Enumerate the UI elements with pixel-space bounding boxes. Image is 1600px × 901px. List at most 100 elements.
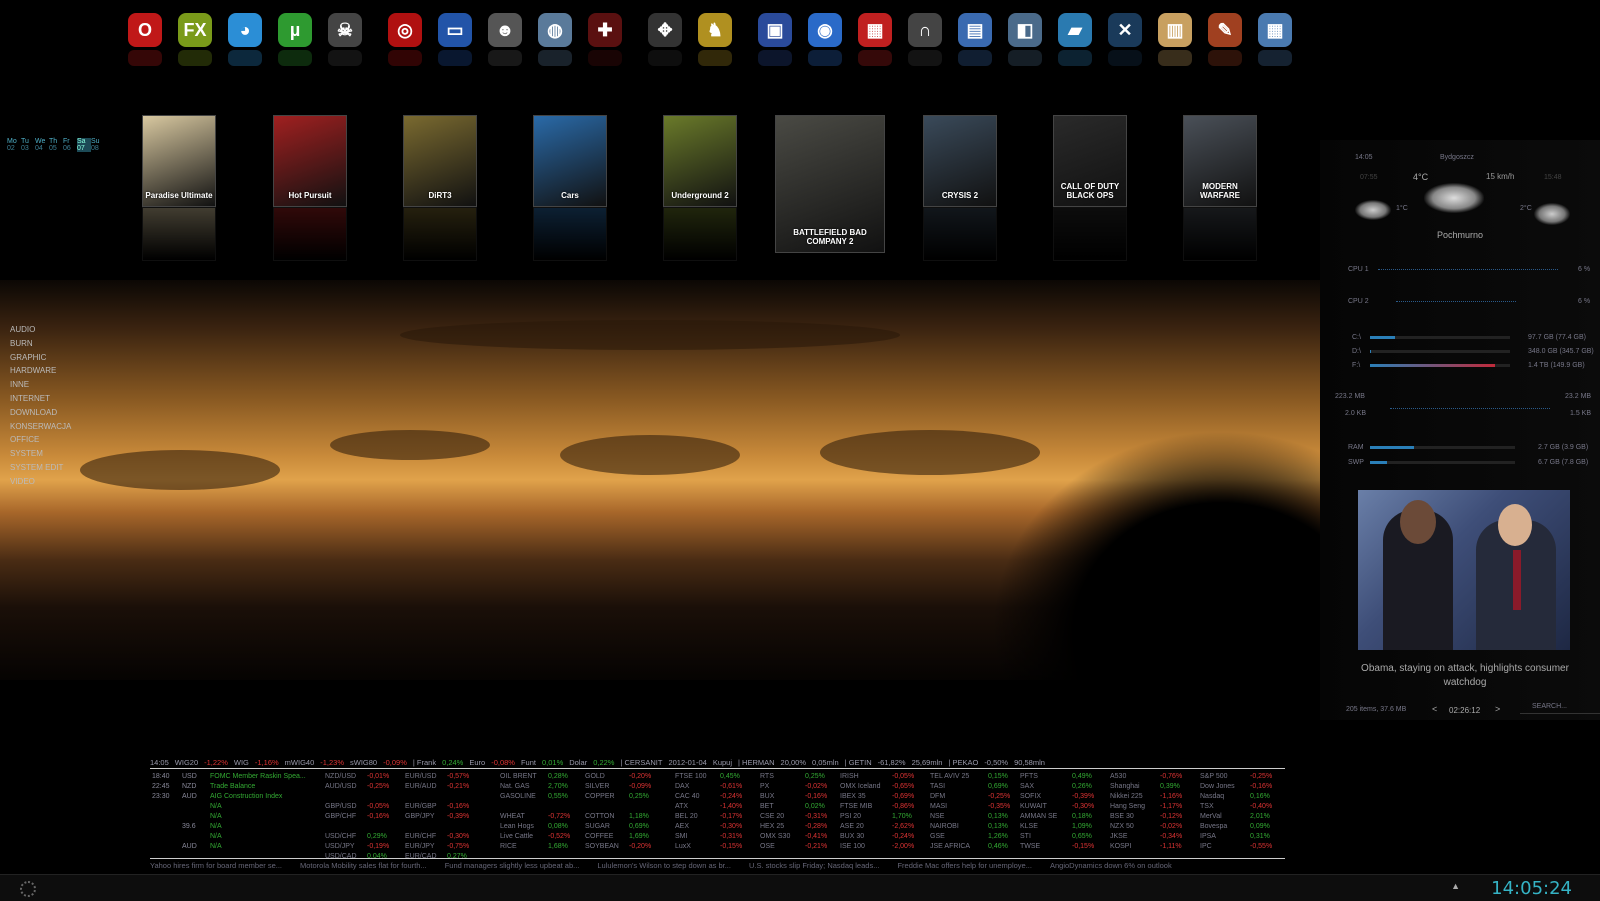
cover-reflection: [533, 207, 607, 261]
game-cover[interactable]: Hot Pursuit: [273, 115, 347, 261]
index-column-row: TSX -0,40%: [1200, 802, 1272, 812]
game-cover[interactable]: DiRT3: [403, 115, 477, 261]
menu-item-internet[interactable]: INTERNET: [10, 392, 71, 406]
dock-item-utorrent[interactable]: µ: [275, 10, 315, 76]
menu-item-system[interactable]: SYSTEM: [10, 447, 71, 461]
index-column: PFTS 0,49% SAX 0,26% SOFIX -0,39% KUWAIT -0,30%…: [1020, 772, 1094, 852]
commodity-column: OIL BRENT 0,28% Nat. GAS 2,70% GASOLINE 0,55%…: [500, 772, 570, 852]
tray-expand-icon[interactable]: ▲: [1451, 881, 1460, 891]
news-timer: 02:26:12: [1449, 706, 1481, 715]
dock-item-monitor[interactable]: ▣: [755, 10, 795, 76]
dock-item-wallet[interactable]: ◧: [1005, 10, 1045, 76]
news-search-input[interactable]: SEARCH...: [1520, 703, 1600, 714]
drive-usage-bar: [1370, 336, 1510, 339]
instrument-name: IPC: [1200, 843, 1212, 850]
dock-item-calculator[interactable]: ▦: [1255, 10, 1295, 76]
instrument-change: -0,61%: [720, 783, 743, 790]
commodity-column-row: OIL BRENT 0,28%: [500, 772, 568, 782]
dock-item-gamepad[interactable]: ✥: [645, 10, 685, 76]
dock-item-palette[interactable]: ✎: [1205, 10, 1245, 76]
dock-item-notepad[interactable]: ▥: [1155, 10, 1195, 76]
menu-item-graphic[interactable]: GRAPHIC: [10, 351, 71, 365]
menu-item-inne[interactable]: INNE: [10, 378, 71, 392]
commodity-column-row: Live Cattle -0,52%: [500, 832, 570, 842]
game-cover[interactable]: MODERN WARFARE: [1183, 115, 1257, 261]
dock-item-globe[interactable]: ◍: [535, 10, 575, 76]
dock-item-toolbox[interactable]: ▦: [855, 10, 895, 76]
instrument-change: 1,26%: [988, 833, 1008, 840]
index-column-row: ISE 100 -2,00%: [840, 842, 914, 852]
index-column-row: IPC -0,55%: [1200, 842, 1272, 852]
ticker-field: 0,01%: [541, 758, 564, 767]
calendar-date[interactable]: 07: [77, 145, 91, 152]
menu-item-audio[interactable]: AUDIO: [10, 323, 71, 337]
instrument-change: 0,65%: [1072, 833, 1092, 840]
dock-item-target[interactable]: ◎: [385, 10, 425, 76]
calendar-date[interactable]: 03: [21, 145, 35, 152]
game-cover[interactable]: CALL OF DUTY BLACK OPS: [1053, 115, 1127, 261]
game-cover[interactable]: BATTLEFIELD BAD COMPANY 2: [775, 115, 885, 253]
menu-item-konserwacja[interactable]: KONSERWACJA: [10, 420, 71, 434]
start-icon[interactable]: [20, 881, 36, 897]
dock-item-headphones[interactable]: ∩: [905, 10, 945, 76]
menu-item-video[interactable]: VIDEO: [10, 475, 71, 489]
calendar-date[interactable]: 06: [63, 145, 77, 152]
dock-item-clapper[interactable]: ▤: [955, 10, 995, 76]
dock-item-disc[interactable]: ◉: [805, 10, 845, 76]
menu-item-download[interactable]: DOWNLOAD: [10, 406, 71, 420]
news-headline[interactable]: Motorola Mobility sales flat for fourth.…: [300, 861, 427, 870]
instrument-change: 1,09%: [1072, 823, 1092, 830]
cpu1-label: CPU 1: [1348, 266, 1369, 273]
news-headline[interactable]: Lululemon's Wilson to step down as br...: [597, 861, 731, 870]
news-headline[interactable]: Yahoo hires firm for board member se...: [150, 861, 282, 870]
dock-item-skull[interactable]: ☻: [485, 10, 525, 76]
dock-item-folder[interactable]: ▰: [1055, 10, 1095, 76]
dock-item-gamepad-red[interactable]: ✚: [585, 10, 625, 76]
calendar-date[interactable]: 04: [35, 145, 49, 152]
cpu1-value: 6 %: [1578, 266, 1591, 273]
dock-item-opera[interactable]: O: [125, 10, 165, 76]
event-title: N/A: [210, 803, 222, 810]
instrument-change: -0,55%: [1250, 843, 1273, 850]
instrument-change: -0,16%: [805, 793, 828, 800]
index-column-row: NZX 50 -0,02%: [1110, 822, 1182, 832]
menu-item-burn[interactable]: BURN: [10, 337, 71, 351]
index-column-row: TASI 0,69%: [930, 782, 1008, 792]
taskbar-clock[interactable]: 14:05:24: [1491, 878, 1572, 899]
next-icon[interactable]: >: [1495, 704, 1500, 714]
dock-item-aimp[interactable]: ▭: [435, 10, 475, 76]
index-column-row: OMX Iceland -0,65%: [840, 782, 914, 792]
menu-item-hardware[interactable]: HARDWARE: [10, 364, 71, 378]
instrument-change: -0,40%: [1250, 803, 1273, 810]
news-photo[interactable]: [1358, 490, 1570, 650]
cloud-icon: [1424, 183, 1484, 213]
dock-item-close-circle[interactable]: ✕: [1105, 10, 1145, 76]
index-column-row: PX -0,02%: [760, 782, 827, 792]
instrument-change: 0,69%: [988, 783, 1008, 790]
game-cover[interactable]: Underground 2: [663, 115, 737, 261]
calendar-date[interactable]: 02: [7, 145, 21, 152]
menu-item-office[interactable]: OFFICE: [10, 433, 71, 447]
news-headline[interactable]: AngioDynamics down 6% on outlook: [1050, 861, 1172, 870]
dock-item-rabbit[interactable]: ♞: [695, 10, 735, 76]
game-cover[interactable]: CRYSIS 2: [923, 115, 997, 261]
news-headline[interactable]: U.S. stocks slip Friday; Nasdaq leads...: [749, 861, 879, 870]
calendar-date[interactable]: 08: [91, 145, 105, 152]
index-column-row: IRISH -0,05%: [840, 772, 914, 782]
ticker-field: Dolar: [569, 758, 588, 767]
calendar-date[interactable]: 05: [49, 145, 63, 152]
dock-item-firefox[interactable]: FX: [175, 10, 215, 76]
game-cover[interactable]: Cars: [533, 115, 607, 261]
dock-item-messenger[interactable]: ◕: [225, 10, 265, 76]
instrument-change: -0,02%: [805, 783, 828, 790]
menu-item-system-edit[interactable]: SYSTEM EDIT: [10, 461, 71, 475]
index-column-row: MASI -0,35%: [930, 802, 1010, 812]
news-headline[interactable]: Freddie Mac offers help for unemploye...: [897, 861, 1032, 870]
instrument-change: 0,02%: [805, 803, 825, 810]
news-caption[interactable]: Obama, staying on attack, highlights con…: [1360, 662, 1570, 690]
instrument-change: 0,25%: [629, 793, 649, 800]
news-headline[interactable]: Fund managers slightly less upbeat ab...: [445, 861, 580, 870]
prev-icon[interactable]: <: [1432, 704, 1437, 714]
game-cover[interactable]: Paradise Ultimate: [142, 115, 216, 261]
dock-item-pirate[interactable]: ☠: [325, 10, 365, 76]
